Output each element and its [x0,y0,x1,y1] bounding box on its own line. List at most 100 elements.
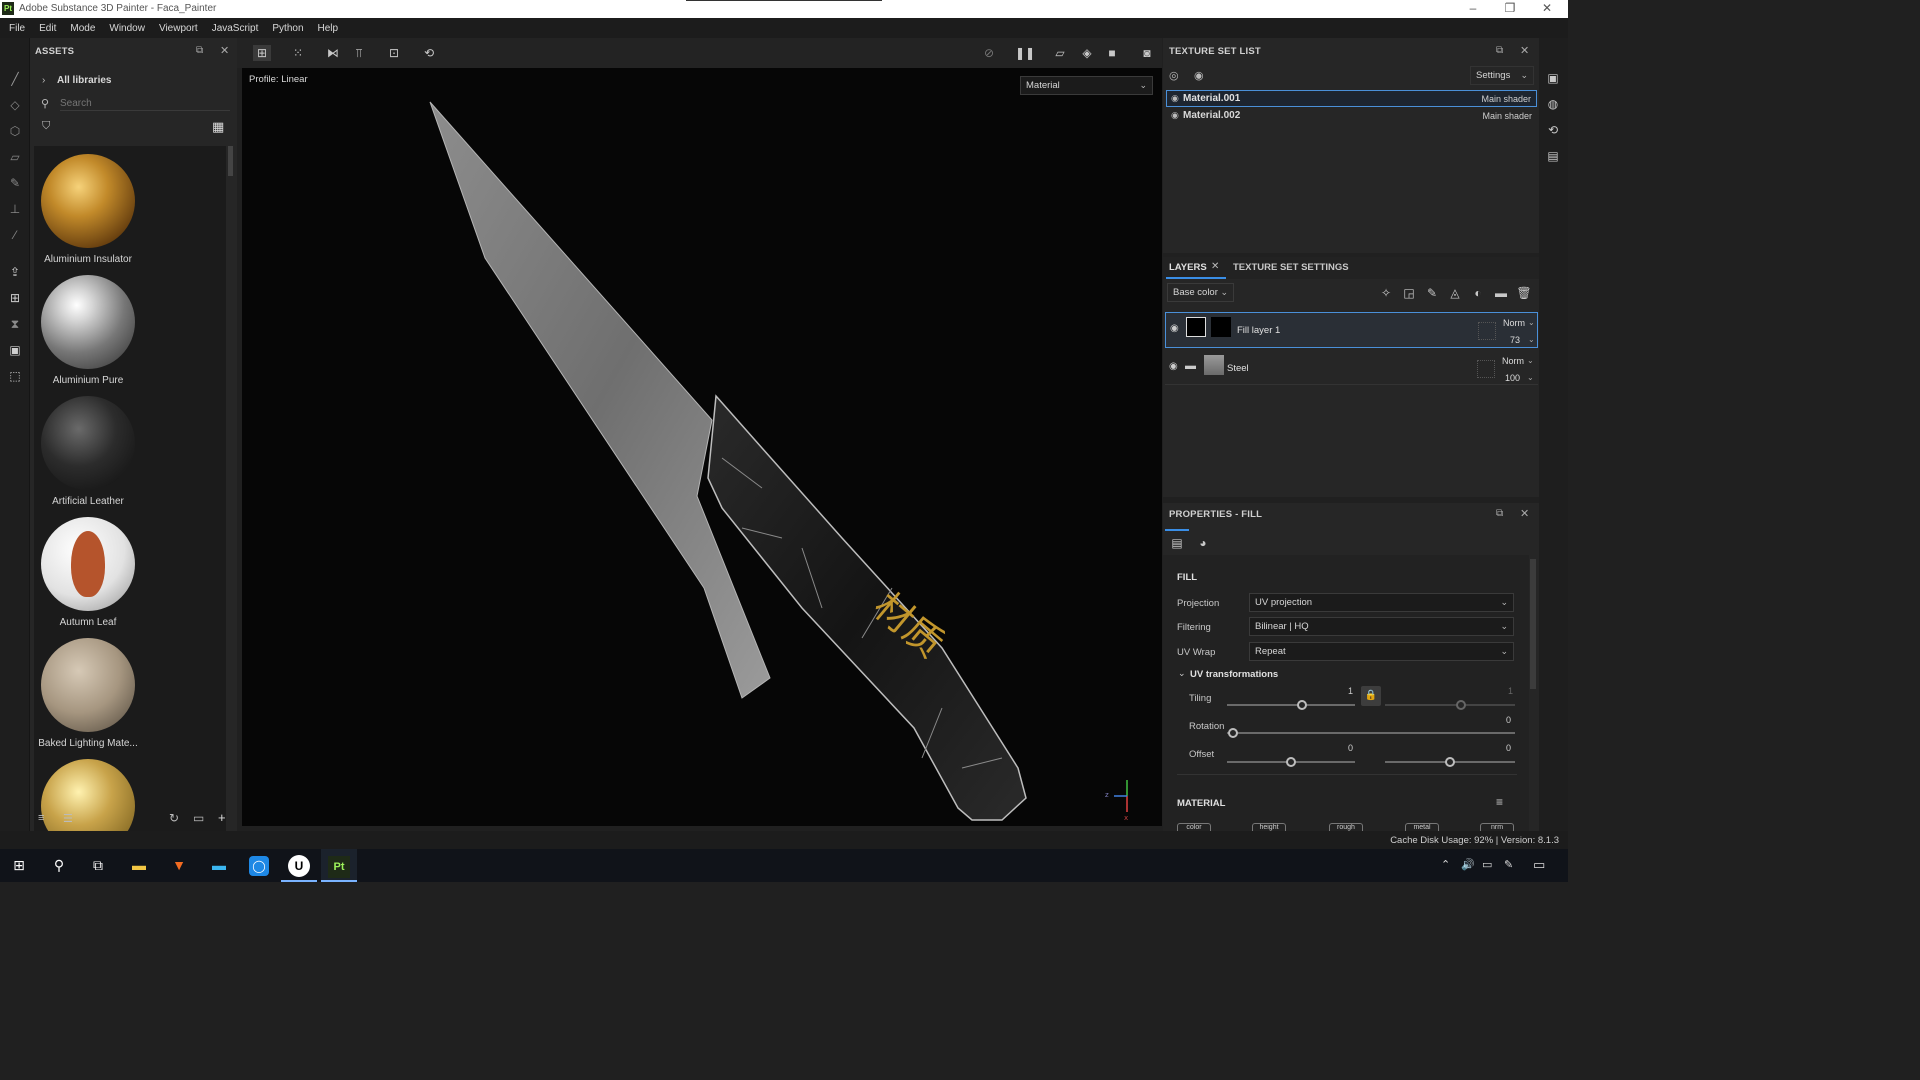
tiling-value-v[interactable]: 1 [1508,686,1513,696]
float-panel-icon[interactable]: ⧉ [196,45,203,56]
close-window-button[interactable]: ✕ [1532,1,1562,15]
notification-icon[interactable]: ▭ [1533,857,1545,873]
smudge-icon[interactable]: ✎ [7,175,23,191]
viewport-mode-select[interactable]: Material ⌄ [1020,76,1153,95]
shader-name[interactable]: Main shader [1482,111,1532,121]
brave-browser-icon[interactable]: ▼ [161,849,197,882]
eraser-icon[interactable]: ◇ [7,97,23,113]
viewport-3d[interactable]: 材质 z x Profile: Linear Material ⌄ [242,68,1162,826]
grid-options-icon[interactable]: ⁙ [289,45,307,61]
tiling-slider-knob[interactable] [1297,700,1307,710]
volume-icon[interactable]: 🔊 [1461,858,1475,871]
add-mask-icon[interactable]: ◲ [1400,285,1418,301]
float-panel-icon[interactable]: ⧉ [1496,45,1503,56]
asset-thumbnail[interactable] [41,154,135,248]
layer-mask-slot[interactable] [1478,322,1496,340]
substance-painter-icon[interactable]: Pt [321,849,357,882]
asset-name[interactable]: Aluminium Pure [34,375,148,386]
offset-value-u[interactable]: 0 [1348,743,1353,753]
rotation-slider-knob[interactable] [1228,728,1238,738]
filtering-select[interactable]: Bilinear | HQ ⌄ [1249,617,1514,636]
screenshot-icon[interactable]: ◙ [1138,45,1156,61]
polygon-fill-icon[interactable]: ▱ [7,149,23,165]
tab-texture-set-settings[interactable]: TEXTURE SET SETTINGS [1233,262,1349,273]
symmetry-icon[interactable]: ⧑ [324,45,342,61]
menu-window[interactable]: Window [102,23,152,34]
log-icon[interactable]: ▤ [1544,148,1562,164]
lock-icon[interactable]: 🔒 [1361,686,1381,706]
asset-name[interactable]: Baked Lighting Mate... [34,738,148,749]
texture-set-row[interactable]: ◉ Material.002 Main shader [1166,108,1537,125]
isolate-icon[interactable]: ◎ [1169,69,1179,82]
menu-file[interactable]: File [2,23,32,34]
asset-name[interactable]: Autumn Leaf [34,617,148,628]
tiling-slider[interactable] [1227,704,1355,706]
windows-start-icon[interactable]: ⊞ [1,849,37,882]
visibility-icon[interactable]: ◉ [1194,69,1204,82]
texture-set-row[interactable]: ◉ Material.001 Main shader [1166,90,1537,107]
fill-properties-icon[interactable]: ▤ [1168,535,1186,551]
channel-color-button[interactable]: color [1177,823,1211,831]
assets-panel-icon[interactable]: ⇪ [7,264,23,280]
color-picker-icon[interactable]: ⁄ [7,227,23,243]
delete-layer-icon[interactable]: 🗑 [1515,285,1533,301]
add-folder-icon[interactable]: ▬ [1492,285,1510,301]
display-settings-icon[interactable]: ▣ [1544,70,1562,86]
opacity-value[interactable]: 100 [1505,373,1520,383]
file-explorer-icon[interactable]: ▬ [121,849,157,882]
maximize-button[interactable]: ❐ [1495,1,1525,15]
scrollbar[interactable] [228,146,233,176]
close-tab-icon[interactable]: ✕ [1211,261,1219,272]
eye-icon[interactable]: ◉ [1170,323,1179,334]
add-icon[interactable]: + [218,810,226,825]
unreal-engine-icon[interactable]: U [281,849,317,882]
material-properties-icon[interactable]: ◕ [1194,535,1212,551]
frame-icon[interactable]: ⊡ [385,45,403,61]
offset-slider-v-knob[interactable] [1445,757,1455,767]
scrollbar[interactable] [1530,559,1536,689]
task-view-icon[interactable]: ⧉ [80,849,116,882]
channel-select[interactable]: Base color ⌄ [1167,283,1234,302]
blend-mode[interactable]: Norm [1502,356,1524,366]
network-icon[interactable]: ▭ [1482,858,1492,871]
filter-icon[interactable]: ⛉ [42,120,50,133]
projection-icon[interactable]: ⬡ [7,123,23,139]
search-input[interactable] [60,96,230,111]
add-fill-layer-icon[interactable]: ◬ [1446,285,1464,301]
asset-name[interactable]: Artificial Leather [34,496,148,507]
pen-icon[interactable]: ✎ [1504,858,1513,871]
projection-select[interactable]: UV projection ⌄ [1249,593,1514,612]
channel-rough-button[interactable]: rough [1329,823,1363,831]
grid-snap-icon[interactable]: ⊞ [253,45,271,61]
menu-edit[interactable]: Edit [32,23,63,34]
asset-thumbnail[interactable] [41,396,135,490]
menu-help[interactable]: Help [311,23,346,34]
search-icon[interactable]: ⚲ [41,849,77,882]
grid-view-icon[interactable]: ▦ [212,119,224,135]
sort-icon[interactable]: ≡ [38,812,44,824]
paint-brush-icon[interactable]: ╱ [7,71,23,87]
tiling-slider-v-knob[interactable] [1456,700,1466,710]
shelf-icon[interactable]: ⬚ [7,368,23,384]
pause-icon[interactable]: ❚❚ [1015,45,1035,61]
chevron-down-icon[interactable]: ⌄ [1178,668,1186,679]
hide-icon[interactable]: ⊘ [980,45,998,61]
mirror-icon[interactable]: ⫪ [350,45,368,61]
rotation-slider[interactable] [1227,732,1515,734]
channel-normal-button[interactable]: nrm [1480,823,1514,831]
channel-metal-button[interactable]: metal [1405,823,1439,831]
camera-icon[interactable]: ■ [1103,45,1121,61]
offset-slider-u-knob[interactable] [1286,757,1296,767]
close-panel-icon[interactable]: ✕ [220,44,229,57]
eye-icon[interactable]: ◉ [1171,93,1179,104]
layer-mask-slot[interactable] [1477,360,1495,378]
library-selector[interactable]: All libraries [57,75,111,86]
menu-javascript[interactable]: JavaScript [205,23,266,34]
list-icon[interactable]: ☰ [63,812,73,825]
menu-icon[interactable]: ≡ [1496,795,1503,809]
tab-layers[interactable]: LAYERS [1169,262,1207,273]
close-panel-icon[interactable]: ✕ [1520,507,1529,520]
asset-name[interactable]: Aluminium Insulator [34,254,148,265]
float-panel-icon[interactable]: ⧉ [1496,508,1503,519]
eye-icon[interactable]: ◉ [1169,361,1178,372]
